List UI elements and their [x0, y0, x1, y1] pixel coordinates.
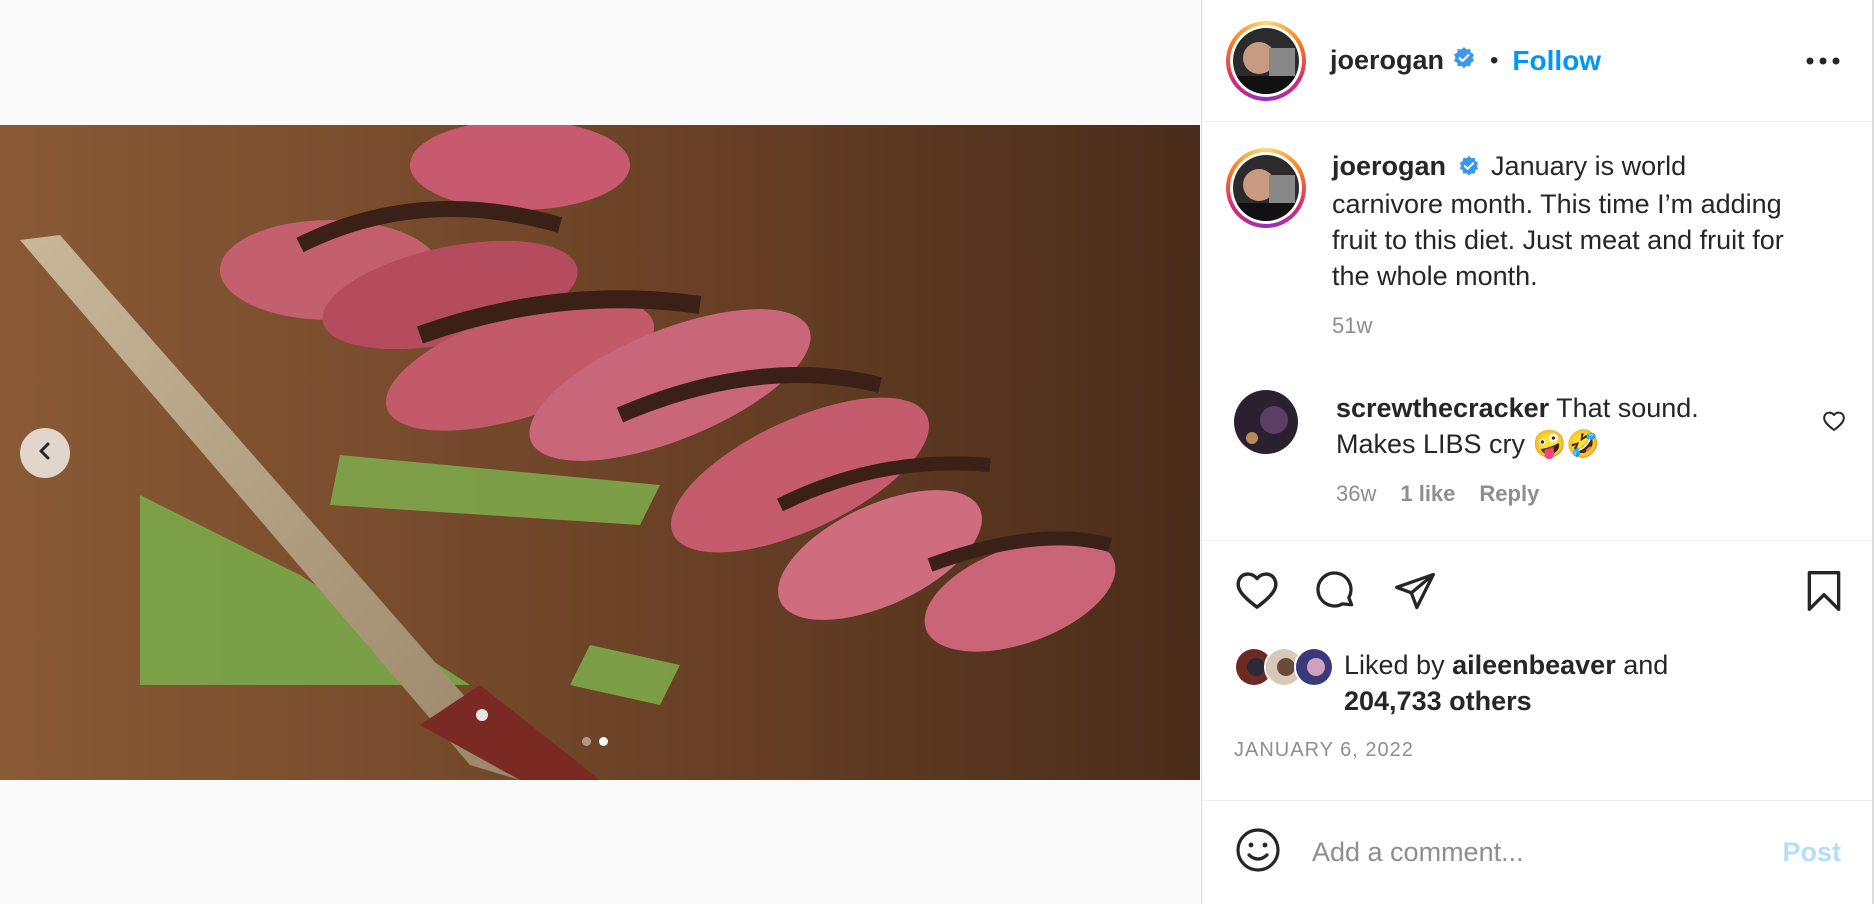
emoji-icon[interactable] — [1234, 826, 1282, 879]
header-separator: • — [1490, 46, 1499, 74]
comment-body: screwthecracker That sound. Makes LIBS c… — [1336, 390, 1756, 512]
likes-others[interactable]: 204,733 others — [1344, 686, 1532, 716]
caption: joerogan January is world carnivore mont… — [1226, 148, 1846, 344]
post-header: joerogan • Follow — [1202, 0, 1872, 122]
comment: screwthecracker That sound. Makes LIBS c… — [1234, 390, 1854, 512]
comment-timestamp[interactable]: 36w — [1336, 476, 1376, 512]
likes-text: Liked by aileenbeaver and 204,733 others — [1344, 647, 1724, 719]
caption-avatar[interactable] — [1226, 148, 1306, 228]
verified-badge-icon — [1458, 150, 1480, 186]
author-avatar[interactable] — [1226, 20, 1306, 101]
comment-reply-button[interactable]: Reply — [1479, 476, 1539, 512]
heart-icon[interactable] — [1822, 410, 1846, 437]
comment-composer: Post — [1202, 800, 1873, 904]
comment-likes[interactable]: 1 like — [1400, 476, 1455, 512]
commenter-avatar[interactable] — [1234, 390, 1298, 454]
post-actions: Liked by aileenbeaver and 204,733 others… — [1202, 540, 1873, 800]
caption-username[interactable]: joerogan — [1332, 151, 1446, 181]
carousel-dot-active — [599, 737, 608, 746]
comment-meta: 36w 1 like Reply — [1336, 476, 1756, 512]
post-comment-button[interactable]: Post — [1782, 837, 1841, 868]
post-sidebar: joerogan • Follow joerogan January is wo… — [1201, 0, 1873, 904]
steak-photo — [0, 125, 1200, 780]
comment-input[interactable] — [1312, 837, 1752, 868]
author-username[interactable]: joerogan — [1330, 45, 1444, 76]
bookmark-icon[interactable] — [1805, 569, 1843, 618]
likes-user[interactable]: aileenbeaver — [1452, 650, 1616, 680]
caption-body: joerogan January is world carnivore mont… — [1332, 148, 1802, 344]
verified-badge-icon — [1452, 46, 1476, 75]
likes-summary: Liked by aileenbeaver and 204,733 others — [1234, 647, 1724, 719]
action-bar — [1234, 569, 1438, 618]
comment-icon[interactable] — [1314, 569, 1358, 618]
heart-icon[interactable] — [1234, 569, 1280, 618]
more-horizontal-icon[interactable] — [1798, 44, 1848, 78]
previous-slide-button[interactable] — [20, 428, 70, 478]
caption-timestamp[interactable]: 51w — [1332, 308, 1802, 344]
share-icon[interactable] — [1392, 569, 1438, 618]
liker-avatar[interactable] — [1294, 647, 1334, 687]
carousel-dots — [582, 737, 608, 746]
post-photo[interactable] — [0, 125, 1200, 780]
chevron-left-icon — [35, 441, 55, 466]
comment-username[interactable]: screwthecracker — [1336, 393, 1549, 423]
carousel-dot — [582, 737, 591, 746]
post-date[interactable]: JANUARY 6, 2022 — [1234, 739, 1414, 762]
likes-prefix: Liked by — [1344, 650, 1445, 680]
media-panel — [0, 0, 1200, 904]
follow-button[interactable]: Follow — [1512, 45, 1601, 77]
likes-conj: and — [1623, 650, 1669, 680]
